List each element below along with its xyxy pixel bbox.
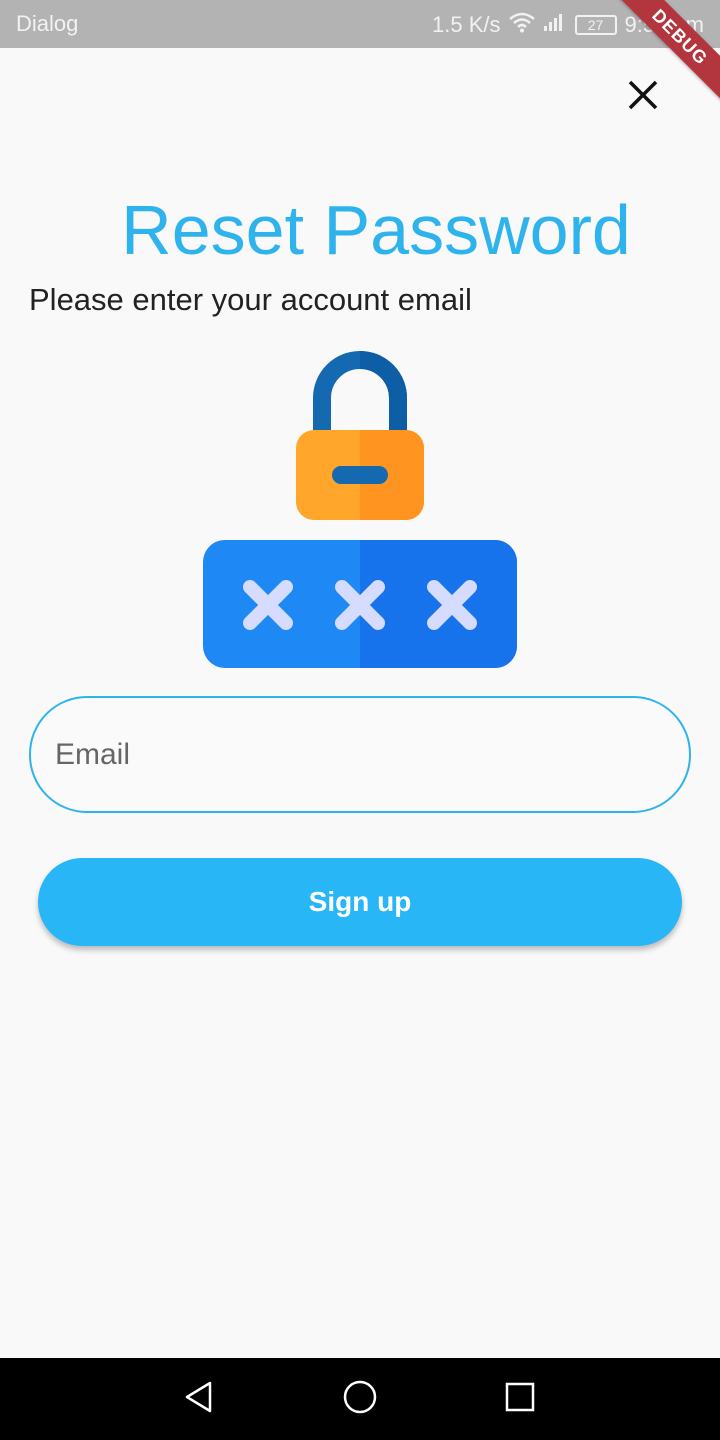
close-icon [627, 79, 659, 116]
network-speed: 1.5 K/s [432, 12, 501, 37]
email-field[interactable] [29, 696, 691, 813]
lock-password-icon [200, 350, 520, 675]
signup-button[interactable]: Sign up [38, 858, 682, 946]
recents-button[interactable] [499, 1378, 541, 1420]
navigation-bar [0, 1358, 720, 1440]
signal-icon [543, 12, 567, 38]
recents-icon [504, 1381, 536, 1418]
status-bar: Dialog 1.5 K/s 27 9:54 am [0, 0, 720, 48]
back-icon [182, 1380, 216, 1419]
back-button[interactable] [178, 1378, 220, 1420]
home-icon [342, 1379, 378, 1420]
page-subtitle: Please enter your account email [29, 282, 472, 317]
close-button[interactable] [622, 76, 664, 118]
email-input[interactable] [31, 698, 689, 811]
page-title: Reset Password [121, 191, 631, 269]
battery-icon: 27 [574, 15, 617, 35]
status-app-name: Dialog [16, 11, 79, 36]
wifi-icon [508, 11, 535, 39]
home-button[interactable] [339, 1378, 381, 1420]
signup-button-label: Sign up [308, 886, 412, 917]
